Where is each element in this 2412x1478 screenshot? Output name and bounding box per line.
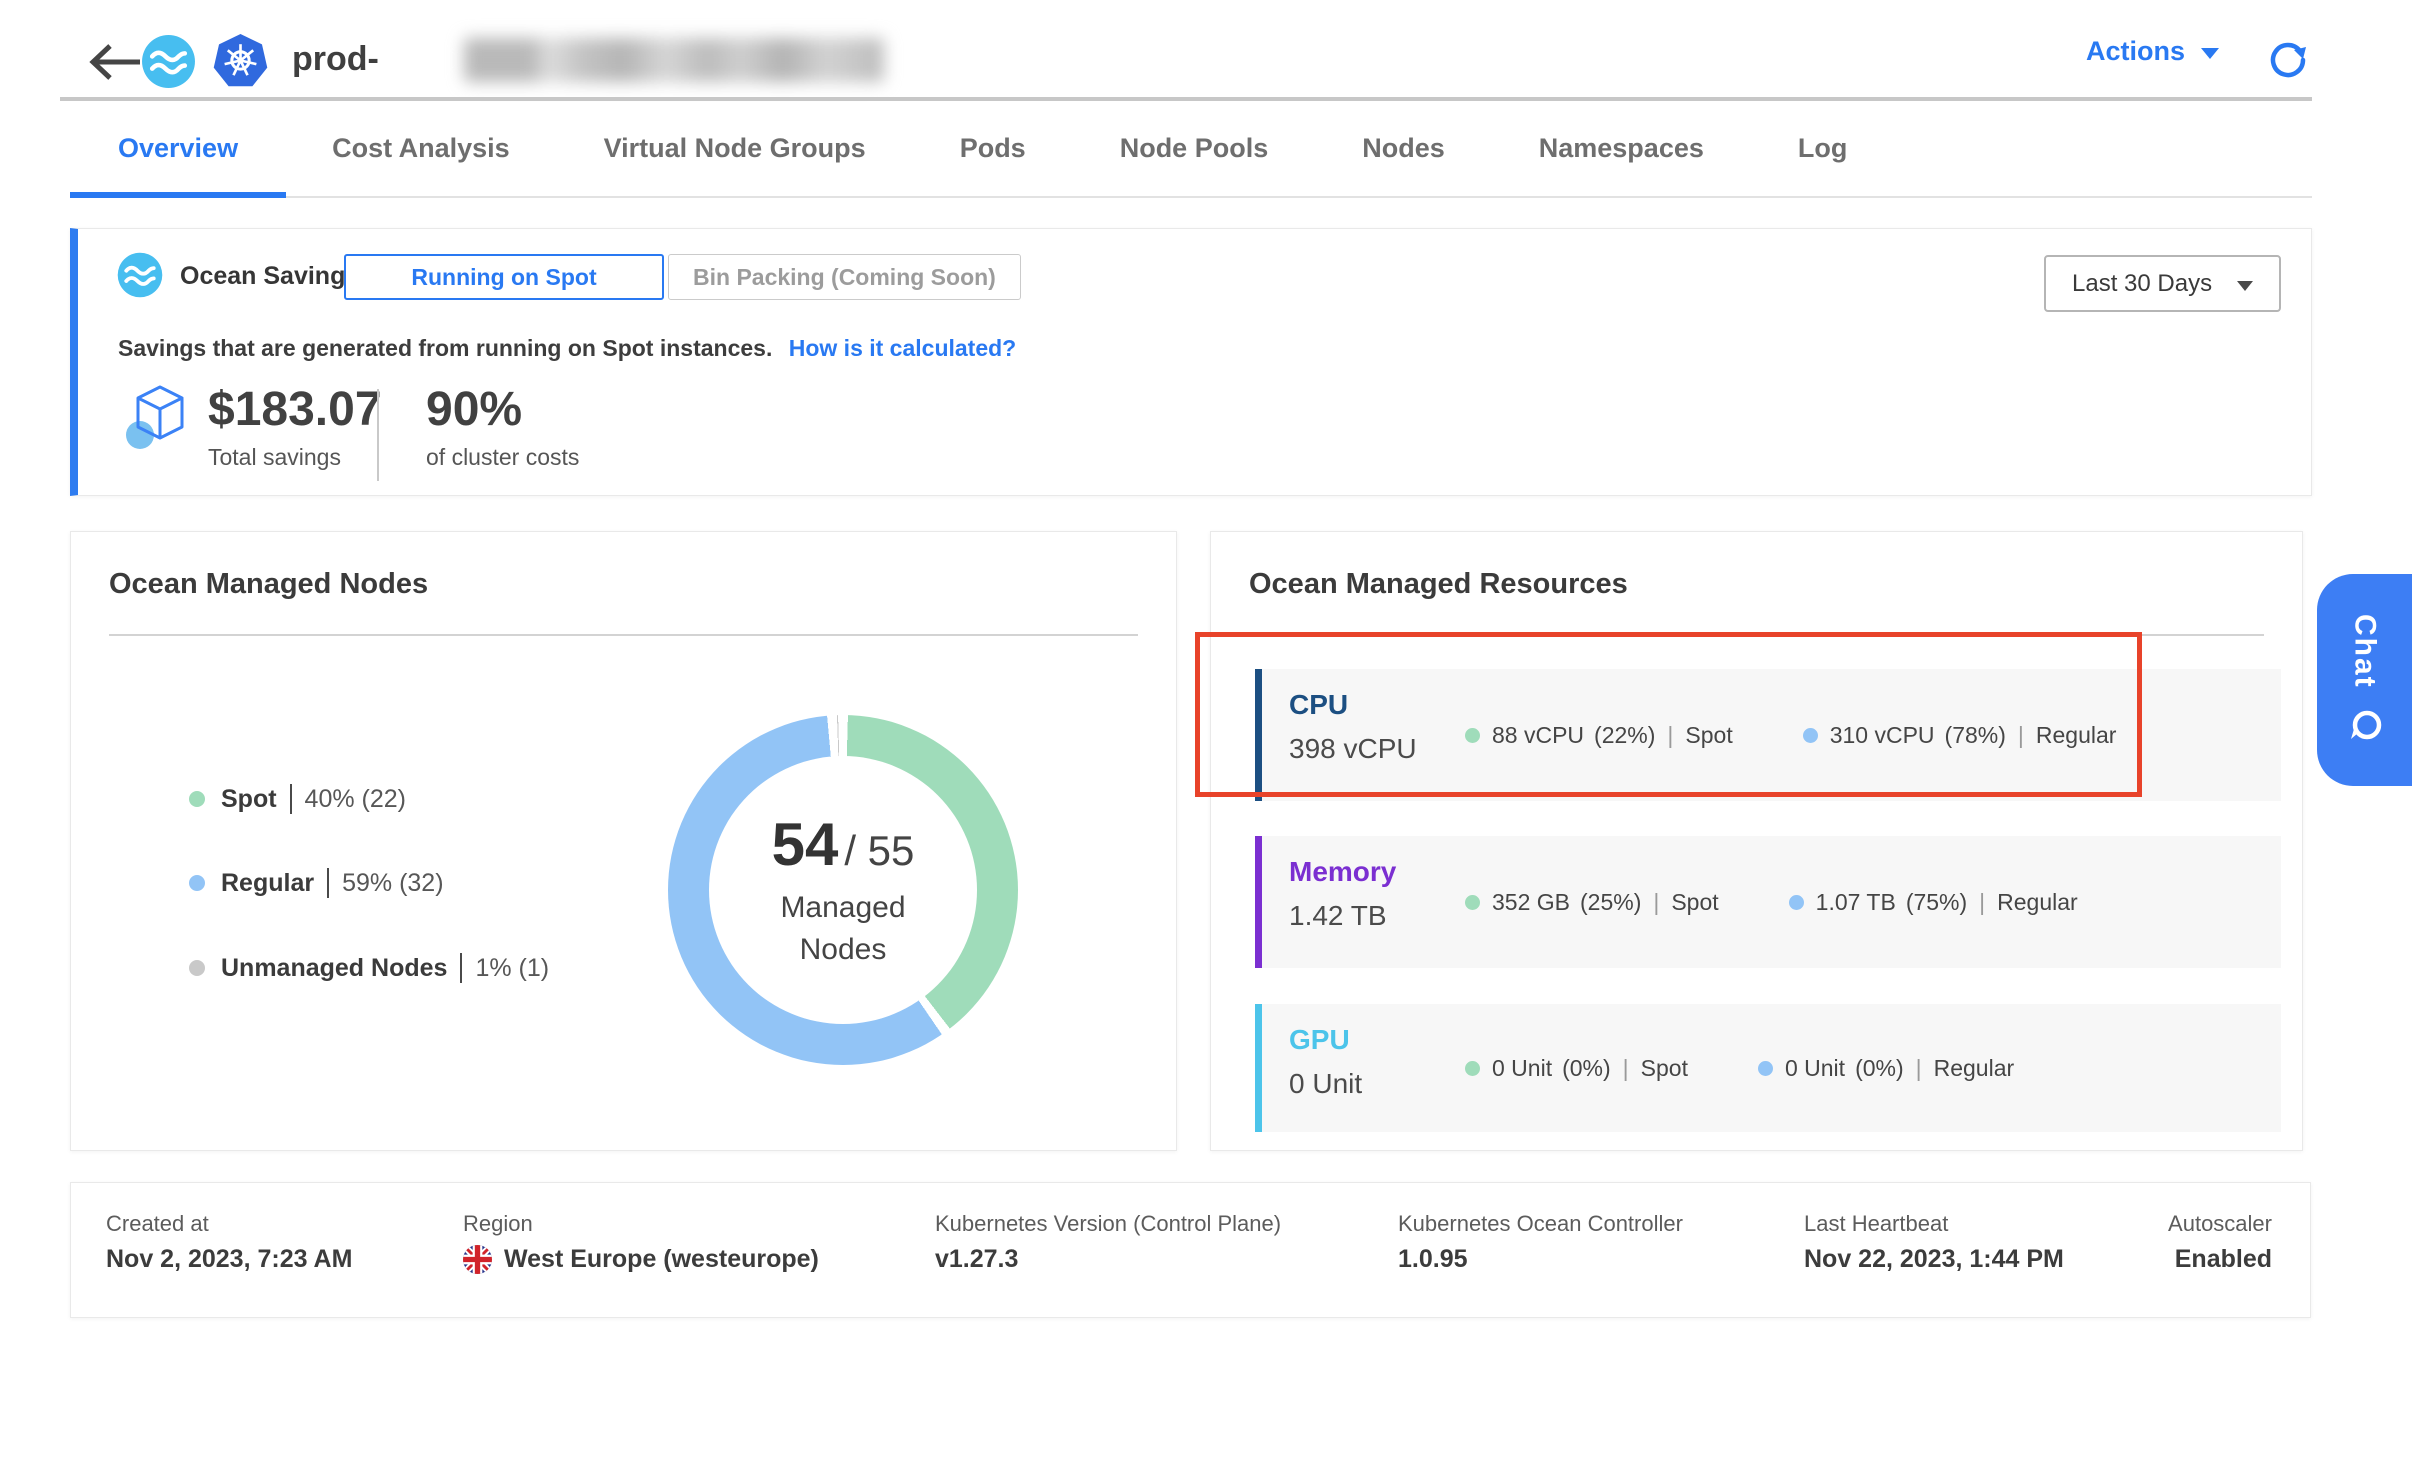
tab-virtual-node-groups[interactable]: Virtual Node Groups [604, 133, 866, 164]
ocean-logo-icon [140, 33, 197, 90]
ocean-managed-resources-card: Ocean Managed Resources CPU 398 vCPU 88 … [1210, 531, 2303, 1151]
cpu-name: CPU [1289, 689, 1348, 721]
memory-total: 1.42 TB [1289, 900, 1387, 932]
ocean-savings-icon [116, 251, 164, 299]
total-savings-stat: $183.07 Total savings [208, 382, 382, 471]
cpu-spot-stat: 88 vCPU (22%) | Spot [1465, 722, 1733, 749]
cpu-accent-bar [1255, 669, 1262, 801]
how-calculated-link[interactable]: How is it calculated? [789, 335, 1017, 361]
tab-node-pools[interactable]: Node Pools [1120, 133, 1269, 164]
resource-row-gpu: GPU 0 Unit 0 Unit (0%) | Spot 0 Unit (0%… [1255, 1004, 2281, 1132]
gpu-name: GPU [1289, 1024, 1350, 1056]
actions-button[interactable]: Actions [2086, 36, 2219, 67]
tab-overview[interactable]: Overview [118, 133, 238, 164]
period-dropdown[interactable]: Last 30 Days [2044, 255, 2281, 312]
chat-button[interactable]: Chat [2317, 574, 2412, 786]
managed-nodes-center-label: Managed Nodes [753, 887, 933, 971]
tab-namespaces[interactable]: Namespaces [1539, 133, 1704, 164]
cluster-cost-percent-label: of cluster costs [426, 444, 579, 471]
gpu-total: 0 Unit [1289, 1068, 1362, 1100]
active-tab-underline [70, 192, 286, 198]
chevron-down-icon [2201, 48, 2219, 59]
header: prod- Actions [0, 0, 2412, 100]
total-savings-value: $183.07 [208, 382, 382, 438]
managed-nodes-title: Ocean Managed Nodes [109, 568, 428, 601]
regular-dot [1789, 895, 1804, 910]
savings-toggle-group: Running on Spot Bin Packing (Coming Soon… [344, 254, 1021, 300]
chevron-down-icon [2237, 281, 2253, 291]
regular-dot [1803, 728, 1818, 743]
memory-name: Memory [1289, 856, 1396, 888]
memory-accent-bar [1255, 836, 1262, 968]
page-title: prod- [292, 40, 379, 79]
refresh-icon[interactable] [2266, 38, 2310, 82]
chat-label: Chat [2348, 614, 2382, 689]
spot-dot [1465, 895, 1480, 910]
tab-nodes[interactable]: Nodes [1362, 133, 1445, 164]
legend-item-unmanaged: Unmanaged Nodes 1% (1) [189, 953, 549, 983]
resource-row-memory: Memory 1.42 TB 352 GB (25%) | Spot 1.07 … [1255, 836, 2281, 968]
cluster-cost-percent-value: 90% [426, 382, 579, 438]
savings-cube-icon [124, 379, 196, 457]
regular-dot [1758, 1061, 1773, 1076]
tab-pods[interactable]: Pods [960, 133, 1026, 164]
unmanaged-dot [189, 960, 205, 976]
ocean-managed-nodes-card: Ocean Managed Nodes Spot 40% (22) Regula… [70, 531, 1177, 1151]
gpu-spot-stat: 0 Unit (0%) | Spot [1465, 1055, 1688, 1082]
autoscaler-status: Enabled [2175, 1245, 2272, 1274]
memory-regular-stat: 1.07 TB (75%) | Regular [1789, 889, 2078, 916]
managed-nodes-count: 54 [772, 810, 839, 879]
ocean-savings-banner: Ocean Savings: Running on Spot Bin Packi… [70, 228, 2312, 496]
back-arrow-icon[interactable] [86, 40, 144, 84]
legend-item-spot: Spot 40% (22) [189, 784, 406, 814]
cpu-regular-stat: 310 vCPU (78%) | Regular [1803, 722, 2117, 749]
spot-dot [1465, 1061, 1480, 1076]
uk-flag-icon [463, 1245, 492, 1274]
toggle-running-on-spot[interactable]: Running on Spot [344, 254, 664, 300]
savings-description: Savings that are generated from running … [118, 335, 1016, 362]
card-divider [109, 634, 1138, 636]
actions-label: Actions [2086, 36, 2185, 67]
chat-bubble-icon [2345, 706, 2385, 746]
spot-dot [189, 791, 205, 807]
resource-row-cpu: CPU 398 vCPU 88 vCPU (22%) | Spot 310 vC… [1255, 669, 2281, 801]
toggle-bin-packing[interactable]: Bin Packing (Coming Soon) [668, 254, 1021, 300]
period-dropdown-value: Last 30 Days [2072, 270, 2212, 298]
cluster-info-bar: Created at Nov 2, 2023, 7:23 AM Region W… [70, 1182, 2311, 1318]
card-divider [1249, 634, 2264, 636]
spot-dot [1465, 728, 1480, 743]
donut-center: 54 / 55 Managed Nodes [709, 756, 977, 1024]
regular-dot [189, 875, 205, 891]
managed-resources-title: Ocean Managed Resources [1249, 568, 1628, 601]
memory-spot-stat: 352 GB (25%) | Spot [1465, 889, 1719, 916]
legend-separator [460, 953, 462, 983]
cpu-total: 398 vCPU [1289, 733, 1417, 765]
ocean-cluster-overview-page: prod- Actions Overview Cost Analysis Vir… [0, 0, 2412, 1478]
legend-separator [290, 784, 292, 814]
tab-log[interactable]: Log [1798, 133, 1847, 164]
managed-nodes-donut-chart: 54 / 55 Managed Nodes [668, 715, 1018, 1065]
legend-item-regular: Regular 59% (32) [189, 868, 444, 898]
tab-bar: Overview Cost Analysis Virtual Node Grou… [70, 101, 2312, 198]
legend-separator [327, 868, 329, 898]
gpu-regular-stat: 0 Unit (0%) | Regular [1758, 1055, 2014, 1082]
gpu-accent-bar [1255, 1004, 1262, 1132]
ocean-savings-label: Ocean Savings: [180, 262, 368, 291]
cluster-cost-percent-stat: 90% of cluster costs [426, 382, 579, 471]
total-savings-label: Total savings [208, 444, 382, 471]
tab-cost-analysis[interactable]: Cost Analysis [332, 133, 510, 164]
stat-divider [377, 389, 379, 481]
title-redacted-blur [464, 38, 884, 82]
managed-nodes-total: / 55 [844, 827, 914, 875]
kubernetes-logo-icon [212, 33, 269, 90]
